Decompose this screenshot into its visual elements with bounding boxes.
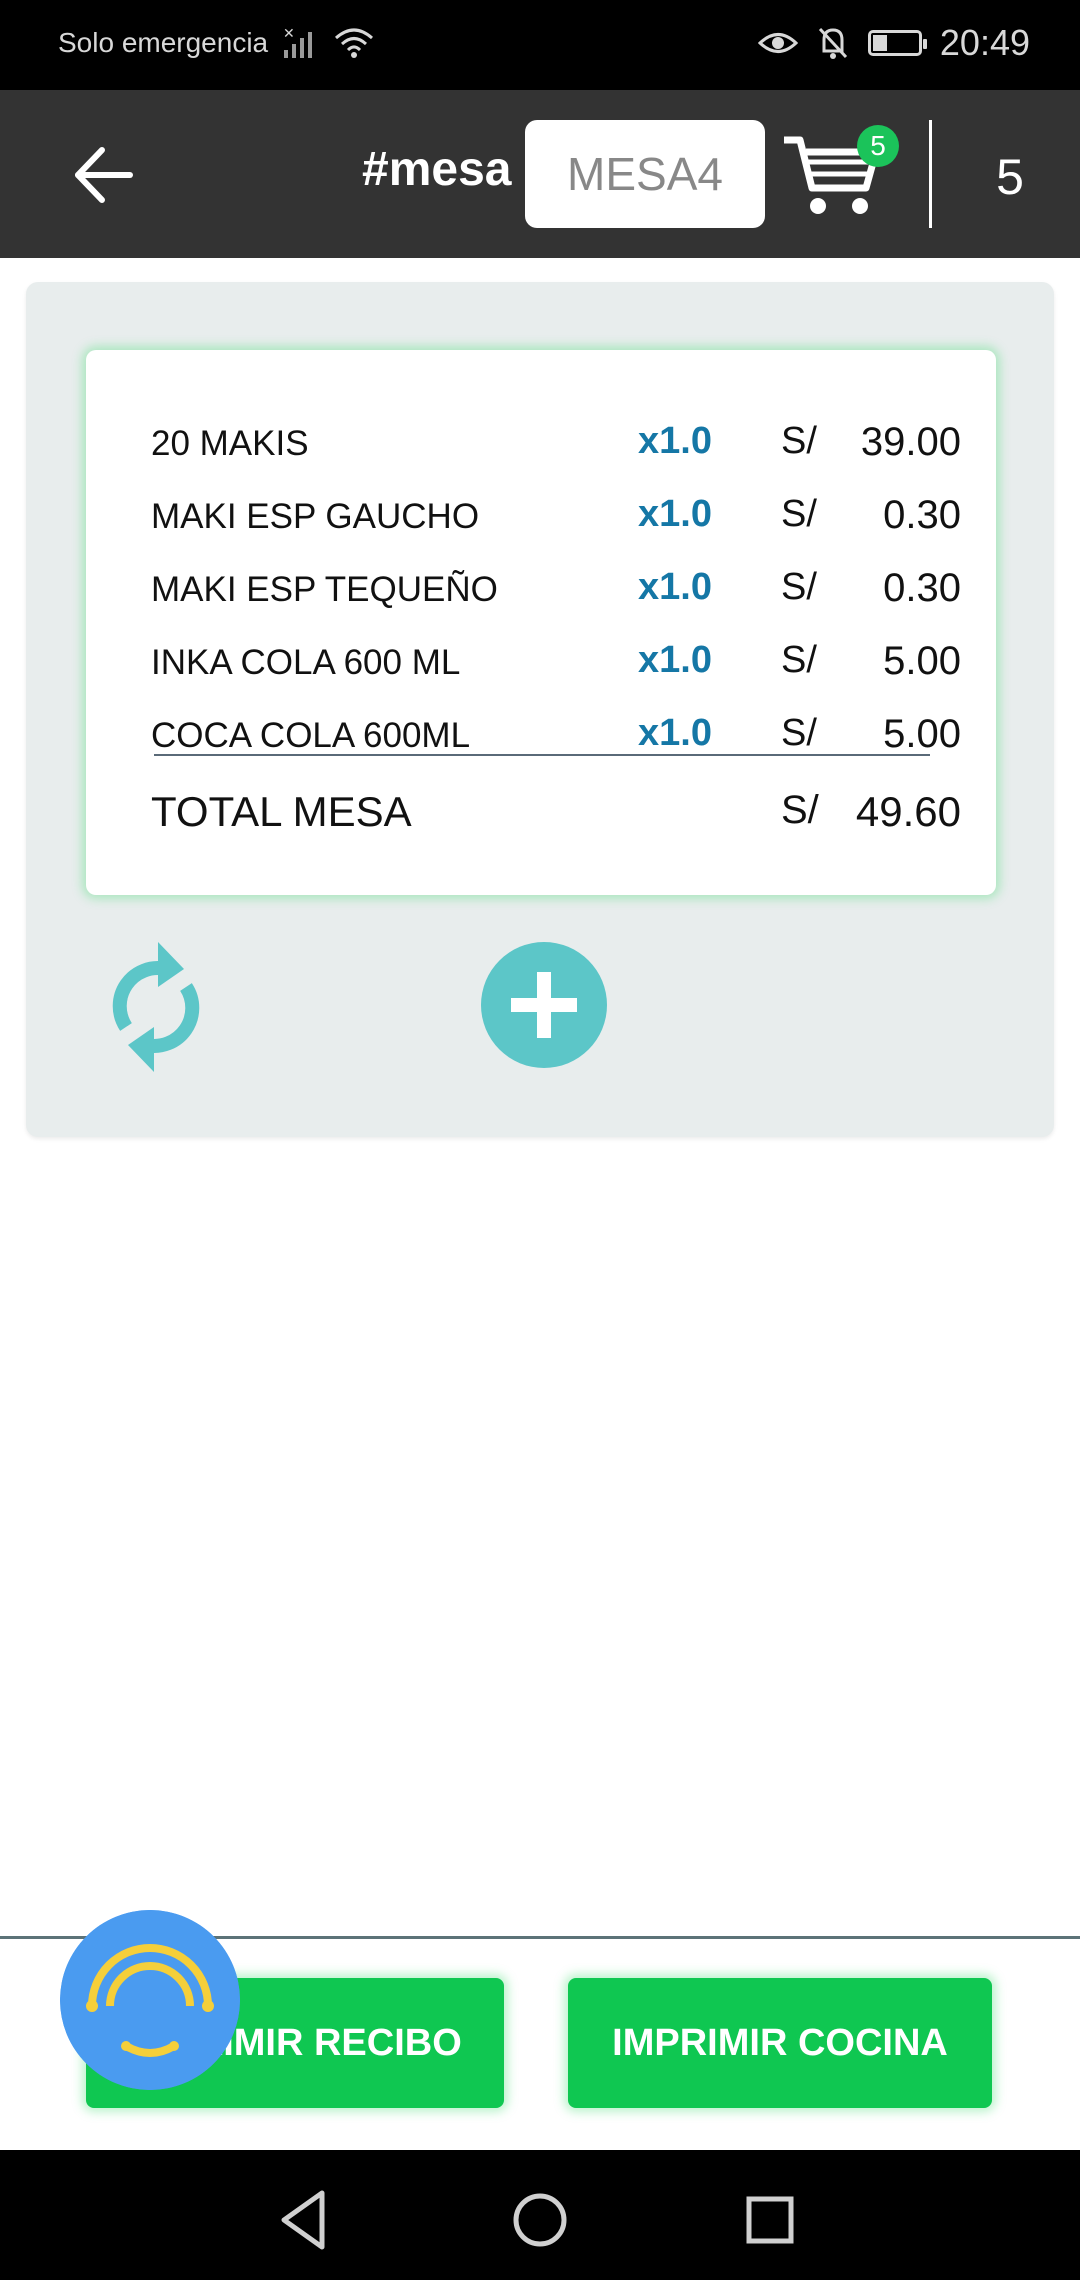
order-card: 20 MAKIS x1.0 S/ 39.00 MAKI ESP GAUCHO x… (86, 350, 996, 895)
total-divider (154, 754, 930, 756)
eye-icon (757, 33, 798, 53)
total-value: 49.60 (855, 788, 961, 835)
status-bar: Solo emergencia ✕ 20:49 (0, 0, 1080, 90)
item-name: MAKI ESP GAUCHO (151, 497, 480, 536)
item-qty: x1.0 (638, 639, 712, 681)
item-qty: x1.0 (638, 493, 712, 535)
item-name: 20 MAKIS (151, 424, 309, 463)
status-right: 20:49 (757, 22, 1030, 64)
item-currency: S/ (781, 566, 817, 608)
clock: 20:49 (939, 22, 1030, 63)
item-name: MAKI ESP TEQUEÑO (151, 570, 498, 609)
add-item-button[interactable] (481, 942, 607, 1068)
item-qty: x1.0 (638, 566, 712, 608)
table-input[interactable]: MESA4 (525, 120, 765, 228)
assistant-fab-icon[interactable] (60, 1910, 240, 2090)
system-nav-bar (0, 2150, 1080, 2280)
table-label: #mesa (362, 143, 512, 196)
app-header: #mesa MESA4 5 5 (0, 90, 1080, 258)
item-price: 39.00 (860, 420, 961, 464)
bell-off-icon (818, 27, 848, 59)
item-currency: S/ (781, 493, 817, 535)
cart-badge: 5 (857, 125, 899, 167)
item-qty: x1.0 (638, 420, 712, 462)
print-kitchen-button[interactable]: IMPRIMIR COCINA (568, 1978, 992, 2108)
list-item: 20 MAKIS x1.0 S/ 39.00 (86, 414, 996, 474)
item-currency: S/ (781, 420, 817, 462)
item-count: 5 (996, 149, 1024, 205)
nav-home-icon[interactable] (505, 2185, 575, 2255)
signal-off-icon: ✕ (283, 26, 313, 58)
header-divider (929, 120, 932, 228)
total-currency: S/ (781, 788, 819, 832)
list-item: INKA COLA 600 ML x1.0 S/ 5.00 (86, 633, 996, 693)
item-currency: S/ (781, 712, 817, 754)
total-label: TOTAL MESA (151, 788, 412, 835)
list-item: MAKI ESP TEQUEÑO x1.0 S/ 0.30 (86, 560, 996, 620)
item-price: 5.00 (883, 712, 961, 756)
svg-text:✕: ✕ (283, 26, 295, 42)
item-price: 0.30 (883, 566, 961, 610)
back-arrow-icon[interactable] (70, 140, 140, 210)
nav-recents-icon[interactable] (735, 2185, 805, 2255)
item-currency: S/ (781, 639, 817, 681)
status-left: Solo emergencia ✕ (58, 26, 374, 60)
wifi-icon (335, 28, 374, 58)
nav-back-icon[interactable] (270, 2185, 340, 2255)
item-price: 5.00 (883, 639, 961, 683)
list-item: MAKI ESP GAUCHO x1.0 S/ 0.30 (86, 487, 996, 547)
item-price: 0.30 (883, 493, 961, 537)
list-item: COCA COLA 600ML x1.0 S/ 5.00 (86, 706, 996, 766)
item-name: INKA COLA 600 ML (151, 643, 461, 682)
item-qty: x1.0 (638, 712, 712, 754)
total-row: TOTAL MESA S/ 49.60 (86, 780, 996, 844)
carrier-text: Solo emergencia (58, 27, 269, 58)
battery-icon (867, 30, 927, 56)
refresh-icon[interactable] (96, 937, 216, 1077)
order-panel: 20 MAKIS x1.0 S/ 39.00 MAKI ESP GAUCHO x… (26, 282, 1054, 1137)
item-name: COCA COLA 600ML (151, 716, 471, 755)
